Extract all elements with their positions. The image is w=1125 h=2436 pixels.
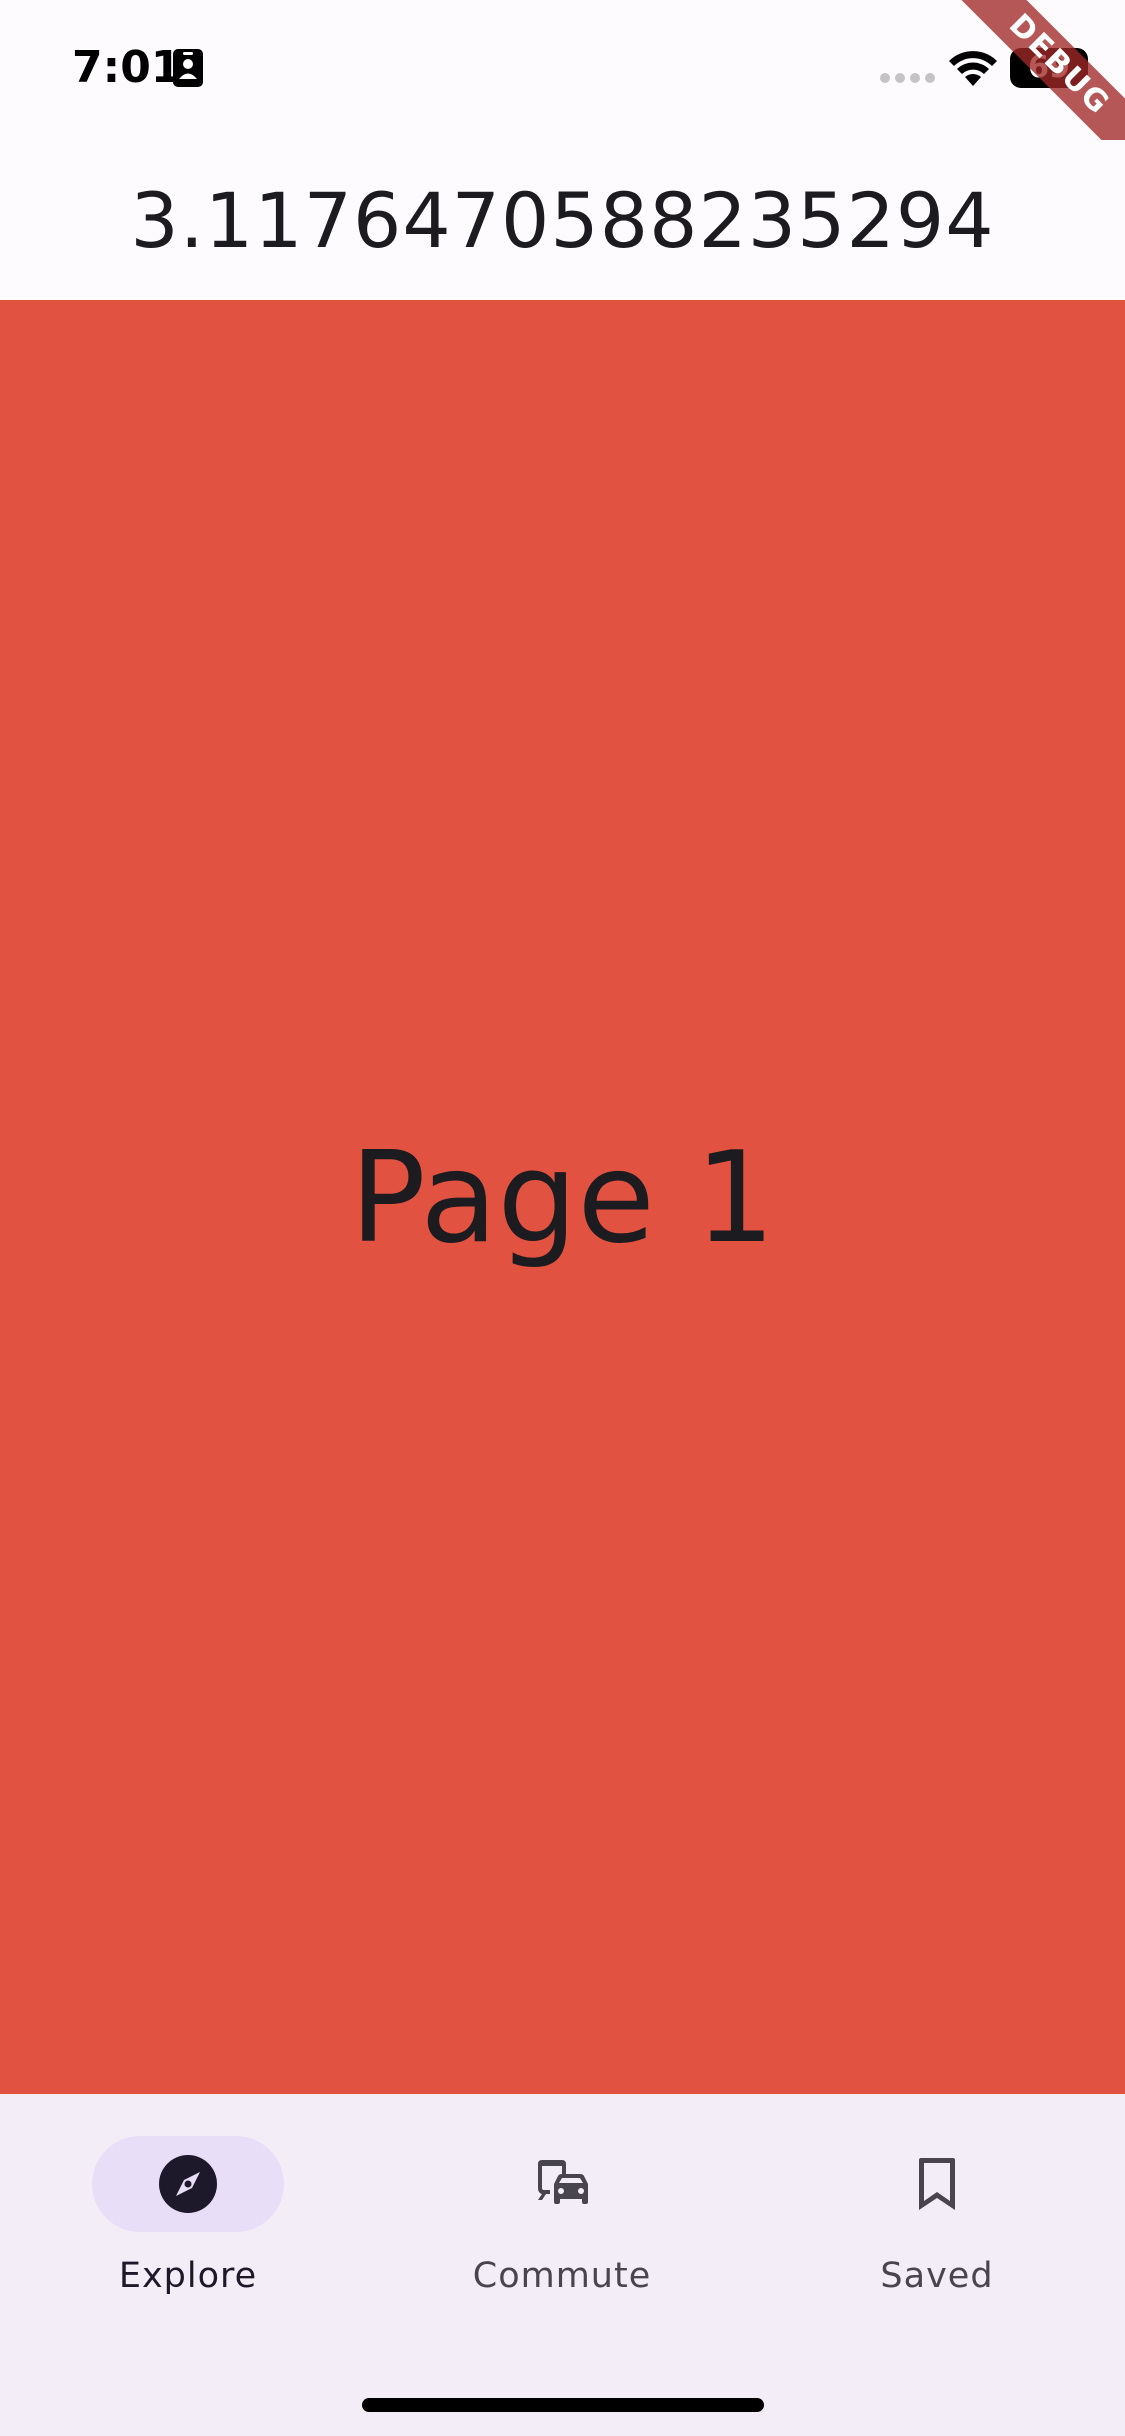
status-bar: 7:01 69 (0, 0, 1125, 140)
id-card-icon (173, 49, 203, 87)
app-bar: 3.1176470588235294 (0, 140, 1125, 300)
home-indicator[interactable] (362, 2398, 764, 2412)
nav-label-commute: Commute (472, 2256, 652, 2296)
app-bar-title: 3.1176470588235294 (130, 175, 995, 265)
wifi-icon (949, 51, 997, 86)
bookmark-icon (919, 2158, 955, 2210)
bottom-navigation-bar: Explore Commute Saved (0, 2094, 1125, 2436)
compass-icon (159, 2155, 217, 2213)
page-label: Page 1 (349, 1123, 776, 1271)
nav-item-explore[interactable]: Explore (48, 2136, 328, 2306)
status-time: 7:01 (72, 42, 182, 93)
nav-label-explore: Explore (118, 2256, 258, 2296)
page-view[interactable]: Page 1 (0, 300, 1125, 2094)
cellular-signal-icon (880, 73, 935, 83)
battery-indicator: 69 (1010, 48, 1088, 88)
commute-icon (538, 2160, 588, 2204)
nav-item-saved[interactable]: Saved (797, 2136, 1077, 2306)
nav-item-commute[interactable]: Commute (422, 2136, 702, 2306)
nav-label-saved: Saved (880, 2256, 994, 2296)
